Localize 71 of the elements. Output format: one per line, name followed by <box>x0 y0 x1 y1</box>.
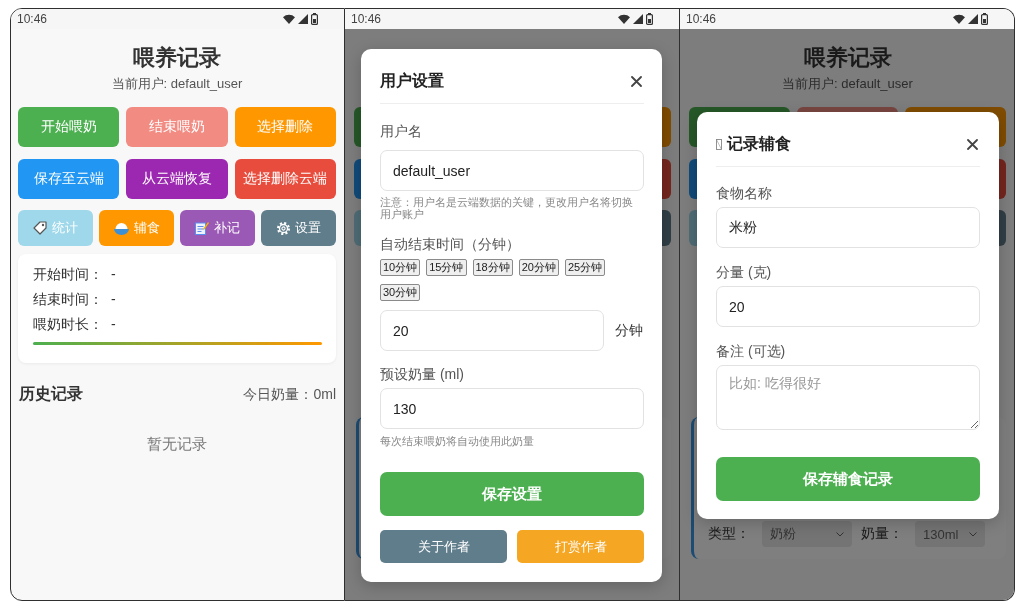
chevron-down-icon <box>969 531 977 537</box>
username-note: 注意：用户名是云端数据的关键，更改用户名将切换用户账户 <box>380 196 634 220</box>
status-label: 结束时间： <box>33 290 103 309</box>
empty-history-text: 暂无记录 <box>147 434 207 454</box>
status-label: 开始时间： <box>33 265 103 284</box>
action-button[interactable]: 选择删除云端 <box>234 159 336 199</box>
close-icon <box>967 138 978 150</box>
status-value: - <box>111 315 116 334</box>
status-label: 喂奶时长： <box>33 315 103 334</box>
milk-amount-note: 每次结束喂奶将自动使用此奶量 <box>380 435 534 447</box>
duration-preset-button[interactable]: 20分钟 <box>518 259 559 276</box>
save-food-button[interactable]: 保存辅食记录 <box>716 457 980 501</box>
missing-glyph-icon <box>716 138 722 150</box>
duration-preset-button[interactable]: 15分钟 <box>426 259 467 276</box>
today-milk-total: 今日奶量：0ml <box>243 385 336 404</box>
app-title: 喂养记录 <box>133 44 221 72</box>
current-user: 当前用户: default_user <box>782 75 913 93</box>
battery-icon <box>646 13 653 25</box>
tool-button[interactable]: 设置 <box>261 210 336 246</box>
field-label: 自动结束时间（分钟） <box>380 235 520 254</box>
rice-bowl-icon <box>113 221 129 235</box>
status-time: 10:46 <box>686 12 717 26</box>
signal-icon <box>298 14 308 24</box>
record-select[interactable]: 奶粉 <box>762 521 852 547</box>
action-button[interactable]: 结束喂奶 <box>126 107 228 147</box>
tool-button[interactable]: 补记 <box>180 210 255 246</box>
battery-icon <box>981 13 988 25</box>
history-heading: 历史记录 <box>19 384 83 404</box>
field-label: 分量 (克) <box>716 263 772 282</box>
field-label: 备注 (可选) <box>716 342 786 361</box>
signal-icon <box>968 14 978 24</box>
auto-end-field[interactable]: 20 <box>380 310 604 351</box>
notepad-icon <box>195 221 209 235</box>
field-label: 用户名 <box>380 122 422 141</box>
wifi-icon <box>953 14 965 24</box>
dialog-title: 用户设置 <box>380 71 444 91</box>
record-select[interactable]: 130ml <box>915 521 985 547</box>
action-button[interactable]: 开始喂奶 <box>18 107 120 147</box>
dialog-title: 记录辅食 <box>727 134 791 154</box>
close-icon <box>631 75 642 87</box>
app-title: 喂养记录 <box>803 44 892 72</box>
wifi-icon <box>283 14 295 24</box>
field-label: 食物名称 <box>716 184 772 203</box>
field-label: 预设奶量 (ml) <box>380 365 464 384</box>
text-input[interactable]: 20 <box>716 286 980 327</box>
duration-preset-button[interactable]: 30分钟 <box>380 284 421 301</box>
text-input[interactable]: 米粉 <box>716 207 980 248</box>
username-field[interactable]: default_user <box>380 150 644 191</box>
signal-icon <box>633 14 643 24</box>
action-button[interactable]: 从云端恢复 <box>126 159 228 199</box>
action-button[interactable]: 保存至云端 <box>18 159 120 199</box>
duration-preset-button[interactable]: 18分钟 <box>472 259 513 276</box>
chevron-down-icon <box>836 531 844 537</box>
duration-preset-button[interactable]: 25分钟 <box>565 259 606 276</box>
status-value: - <box>111 265 116 284</box>
current-user: 当前用户: default_user <box>111 75 243 93</box>
unit-label: 分钟 <box>615 321 643 340</box>
duration-preset-button[interactable]: 10分钟 <box>380 259 421 276</box>
record-label: 类型： <box>708 525 750 543</box>
status-value: - <box>111 290 116 309</box>
record-label: 奶量： <box>861 525 903 543</box>
status-time: 10:46 <box>17 12 48 26</box>
save-settings-button[interactable]: 保存设置 <box>380 472 644 516</box>
milk-amount-field[interactable]: 130 <box>380 388 644 429</box>
wifi-icon <box>618 14 630 24</box>
battery-icon <box>311 13 318 25</box>
footer-button[interactable]: 关于作者 <box>380 530 507 563</box>
settings-icon <box>276 221 290 235</box>
status-time: 10:46 <box>351 12 382 26</box>
note-textarea[interactable]: 比如: 吃得很好 <box>716 365 980 430</box>
tag-icon <box>33 221 47 235</box>
